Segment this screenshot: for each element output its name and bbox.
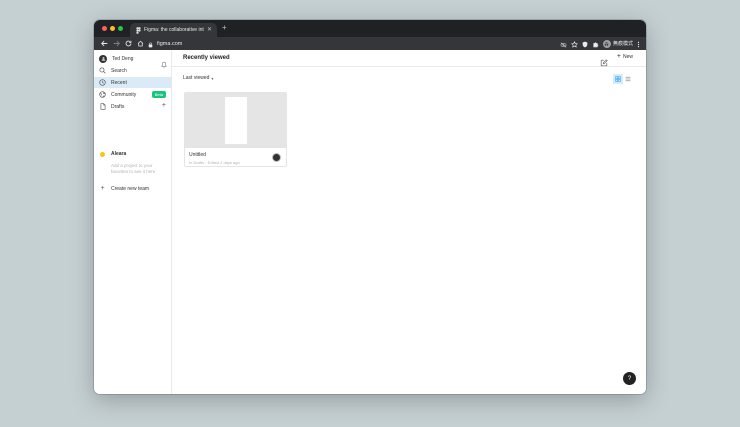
- list-view-icon[interactable]: [623, 74, 633, 84]
- sidebar-item-label: Search: [111, 67, 127, 74]
- sort-label: Last viewed: [183, 75, 210, 81]
- file-icon: [99, 103, 106, 110]
- reload-icon[interactable]: [122, 38, 134, 50]
- sidebar-item-community[interactable]: Community Beta: [94, 89, 172, 100]
- plus-icon: +: [100, 185, 105, 192]
- main-header: Recently viewed + New: [172, 50, 646, 67]
- minimize-window-button[interactable]: [110, 26, 115, 31]
- browser-tab[interactable]: Figma: the collaborative interfa ✕: [130, 23, 217, 37]
- address-bar[interactable]: figma.com: [144, 39, 618, 48]
- new-label: New: [622, 53, 633, 60]
- team-color-dot: [100, 151, 105, 157]
- thumbnail-frame: [225, 97, 247, 144]
- add-draft-icon[interactable]: +: [162, 102, 166, 109]
- tab-title: Figma: the collaborative interfa: [144, 27, 204, 33]
- back-icon[interactable]: [98, 38, 110, 50]
- address-bar-row: figma.com 無痕模式: [94, 37, 646, 50]
- team-header[interactable]: Aleara: [99, 151, 126, 157]
- page-title: Recently viewed: [183, 55, 230, 61]
- new-tab-icon[interactable]: +: [222, 24, 227, 32]
- grid-view-icon[interactable]: [613, 74, 623, 84]
- file-card[interactable]: Untitled In Drafts · Edited 2 days ago: [184, 92, 287, 167]
- beta-badge: Beta: [151, 91, 166, 98]
- profile-button[interactable]: 無痕模式: [602, 39, 633, 48]
- file-meta: In Drafts · Edited 2 days ago: [189, 160, 240, 165]
- toolbar-right: 無痕模式: [560, 38, 640, 49]
- profile-name: 無痕模式: [612, 41, 633, 47]
- edit-icon[interactable]: [600, 54, 608, 72]
- favorites-hint: Add a project to your favorites to see i…: [111, 163, 156, 174]
- close-window-button[interactable]: [102, 26, 107, 31]
- incognito-icon: [602, 39, 611, 48]
- file-thumbnail: [185, 93, 286, 148]
- maximize-window-button[interactable]: [118, 26, 123, 31]
- create-new-team-button[interactable]: + Create new team: [99, 185, 149, 192]
- figma-app: Ted Deng Search Recent Community Beta Dr…: [94, 50, 646, 394]
- sidebar-item-recent[interactable]: Recent: [94, 77, 172, 88]
- figma-logo-icon: [135, 26, 141, 34]
- new-file-button[interactable]: + New: [617, 53, 633, 60]
- sidebar: Ted Deng Search Recent Community Beta Dr…: [94, 50, 172, 394]
- search-icon: [99, 67, 106, 74]
- avatar: [99, 54, 107, 63]
- sidebar-item-drafts[interactable]: Drafts +: [94, 101, 172, 112]
- browser-window: Figma: the collaborative interfa ✕ + fig…: [94, 20, 646, 394]
- help-button[interactable]: ?: [623, 372, 636, 385]
- sort-dropdown[interactable]: Last viewed ▾: [183, 75, 213, 81]
- user-menu[interactable]: Ted Deng: [94, 53, 172, 68]
- owner-avatar: [272, 153, 281, 162]
- close-tab-icon[interactable]: ✕: [207, 27, 212, 33]
- chevron-down-icon: ▾: [211, 75, 214, 81]
- forward-icon[interactable]: [110, 38, 122, 50]
- url-text: figma.com: [157, 40, 183, 47]
- globe-icon: [99, 91, 106, 98]
- clock-icon: [99, 79, 106, 86]
- create-team-label: Create new team: [111, 185, 150, 192]
- file-name: Untitled: [189, 152, 206, 158]
- main-content: Recently viewed + New Last viewed ▾ Unti…: [172, 50, 646, 394]
- plus-icon: +: [616, 53, 621, 60]
- team-name: Aleara: [111, 151, 127, 157]
- sidebar-item-label: Recent: [111, 79, 127, 86]
- sidebar-item-search[interactable]: Search: [94, 65, 172, 76]
